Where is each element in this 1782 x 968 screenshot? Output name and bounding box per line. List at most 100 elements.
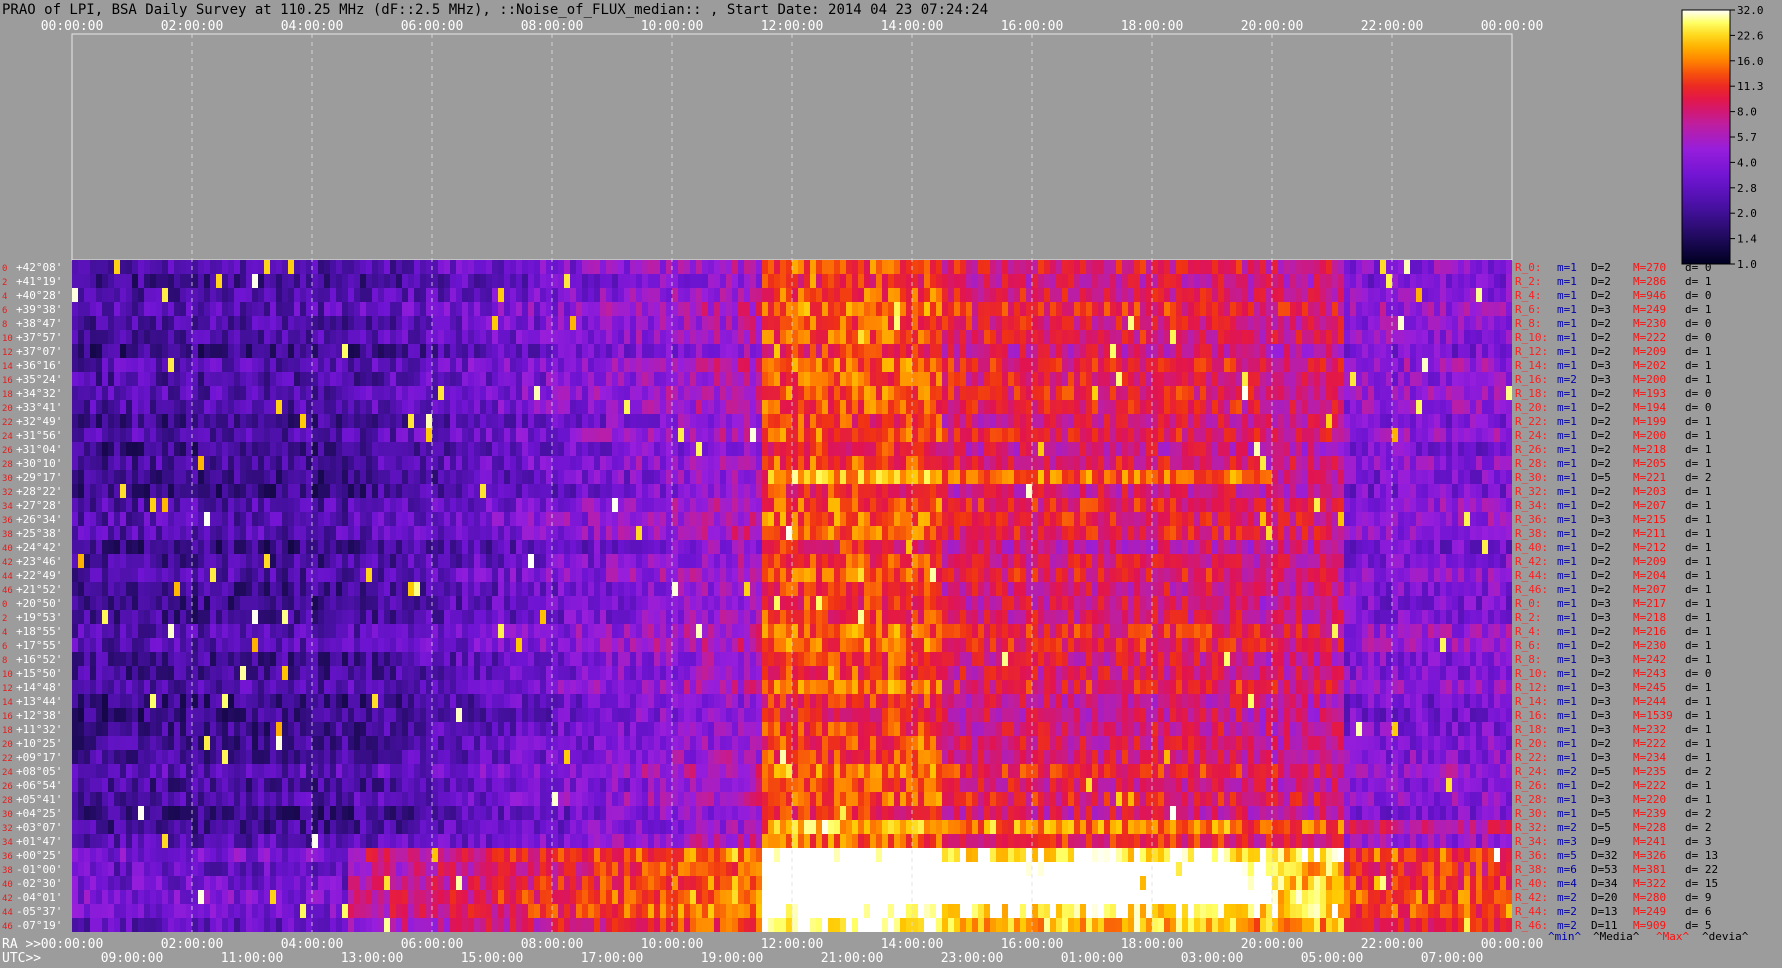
top-tick-label: 14:00:00	[881, 19, 944, 34]
utc-tick-label: 21:00:00	[821, 951, 884, 966]
utc-tick-label: 19:00:00	[701, 951, 764, 966]
stats-footer-label: ^devia^	[1702, 930, 1749, 943]
ra-tick-label: 12:00:00	[761, 937, 824, 952]
declination-label: +28°22'	[16, 485, 62, 498]
ray-stat-min: m=1	[1557, 499, 1577, 512]
declination-label: +13°44'	[16, 695, 62, 708]
ray-stat-min: m=1	[1557, 387, 1577, 400]
ray-index-label: 20	[2, 740, 13, 750]
declination-label: -02°30'	[16, 877, 62, 890]
ray-index-label: 40	[2, 544, 13, 554]
ray-index-label: 14	[2, 698, 13, 708]
ray-stat-max: M=249	[1633, 905, 1666, 918]
utc-tick-label: 15:00:00	[461, 951, 524, 966]
ray-stat-min: m=1	[1557, 569, 1577, 582]
ray-stat-dev: d= 1	[1685, 345, 1712, 358]
ray-stat-min: m=2	[1557, 891, 1577, 904]
ray-stat-min: m=1	[1557, 653, 1577, 666]
declination-label: +05°41'	[16, 793, 62, 806]
colorbar-tick-label: 8.0	[1737, 106, 1757, 119]
ray-index-label: 40	[2, 880, 13, 890]
ray-stat-min: m=1	[1557, 695, 1577, 708]
ray-index-label: 36	[2, 852, 13, 862]
ray-stat-min: m=1	[1557, 723, 1577, 736]
ray-stat-median: D=5	[1591, 765, 1611, 778]
ray-stat-max: M=326	[1633, 849, 1666, 862]
ray-stat-median: D=3	[1591, 597, 1611, 610]
ray-stat-min: m=1	[1557, 401, 1577, 414]
declination-label: +34°32'	[16, 387, 62, 400]
ray-stat-min: m=1	[1557, 471, 1577, 484]
ray-stat-min: m=3	[1557, 835, 1577, 848]
ray-stat-median: D=2	[1591, 317, 1611, 330]
ray-stat-max: M=217	[1633, 597, 1666, 610]
ray-stat-dev: d= 22	[1685, 863, 1718, 876]
ray-stat-max: M=218	[1633, 443, 1666, 456]
ray-stat-min: m=1	[1557, 555, 1577, 568]
colorbar-tick-label: 16.0	[1737, 55, 1764, 68]
ray-index-label: 38	[2, 530, 13, 540]
ray-stat-max: M=209	[1633, 345, 1666, 358]
ray-stat-max: M=249	[1633, 303, 1666, 316]
declination-label: +36°16'	[16, 359, 62, 372]
ray-stat-min: m=1	[1557, 667, 1577, 680]
declination-label: +16°52'	[16, 653, 62, 666]
ray-stat-median: D=2	[1591, 779, 1611, 792]
ray-index-label: 28	[2, 460, 13, 470]
ray-stat-dev: d= 2	[1685, 471, 1712, 484]
ray-stat-median: D=34	[1591, 877, 1618, 890]
ray-stat-dev: d= 1	[1685, 681, 1712, 694]
ray-stat-name: R_30:	[1515, 807, 1548, 820]
ray-stat-min: m=1	[1557, 737, 1577, 750]
ray-stat-min: m=1	[1557, 289, 1577, 302]
declination-label: +32°49'	[16, 415, 62, 428]
ray-stat-min: m=1	[1557, 807, 1577, 820]
ray-stat-max: M=280	[1633, 891, 1666, 904]
declination-label: +27°28'	[16, 499, 62, 512]
colorbar-tick-label: 22.6	[1737, 29, 1764, 42]
declination-label: +31°56'	[16, 429, 62, 442]
ray-stat-median: D=2	[1591, 261, 1611, 274]
ra-tick-label: 00:00:00	[1481, 937, 1544, 952]
ray-stat-name: R_24:	[1515, 429, 1548, 442]
ray-stat-name: R_8:	[1515, 653, 1542, 666]
ray-stat-name: R_2:	[1515, 275, 1542, 288]
ray-stat-dev: d= 1	[1685, 359, 1712, 372]
ray-stat-median: D=3	[1591, 793, 1611, 806]
ray-stat-dev: d= 15	[1685, 877, 1718, 890]
ray-index-label: 2	[2, 278, 7, 288]
ray-stat-name: R_16:	[1515, 373, 1548, 386]
ray-stat-max: M=204	[1633, 569, 1666, 582]
ra-tick-label: 02:00:00	[161, 937, 224, 952]
colorbar	[1681, 9, 1731, 265]
ra-tick-label: 16:00:00	[1001, 937, 1064, 952]
ray-stat-min: m=1	[1557, 751, 1577, 764]
colorbar-tick-label: 4.0	[1737, 156, 1757, 169]
ray-stat-dev: d= 9	[1685, 891, 1712, 904]
ray-index-label: 22	[2, 754, 13, 764]
ray-stat-name: R_14:	[1515, 359, 1548, 372]
ray-stat-dev: d= 0	[1685, 667, 1712, 680]
declination-label: +21°52'	[16, 583, 62, 596]
ray-stat-median: D=2	[1591, 499, 1611, 512]
declination-label: +37°57'	[16, 331, 62, 344]
ray-stat-min: m=1	[1557, 415, 1577, 428]
ray-index-label: 46	[2, 586, 13, 596]
utc-tick-label: 07:00:00	[1421, 951, 1484, 966]
ray-stat-min: m=1	[1557, 513, 1577, 526]
ray-stat-name: R_38:	[1515, 527, 1548, 540]
ray-stat-min: m=1	[1557, 681, 1577, 694]
ray-stat-dev: d= 3	[1685, 835, 1712, 848]
declination-label: +18°55'	[16, 625, 62, 638]
ray-stat-median: D=2	[1591, 527, 1611, 540]
ray-stat-max: M=193	[1633, 387, 1666, 400]
ray-stat-max: M=215	[1633, 513, 1666, 526]
ray-stat-min: m=1	[1557, 359, 1577, 372]
ray-stat-name: R_10:	[1515, 667, 1548, 680]
ray-stat-name: R_14:	[1515, 695, 1548, 708]
ray-stat-dev: d= 6	[1685, 905, 1712, 918]
ra-tick-label: 10:00:00	[641, 937, 704, 952]
ra-tick-label: 20:00:00	[1241, 937, 1304, 952]
ray-index-label: 20	[2, 404, 13, 414]
ray-stat-dev: d= 0	[1685, 289, 1712, 302]
